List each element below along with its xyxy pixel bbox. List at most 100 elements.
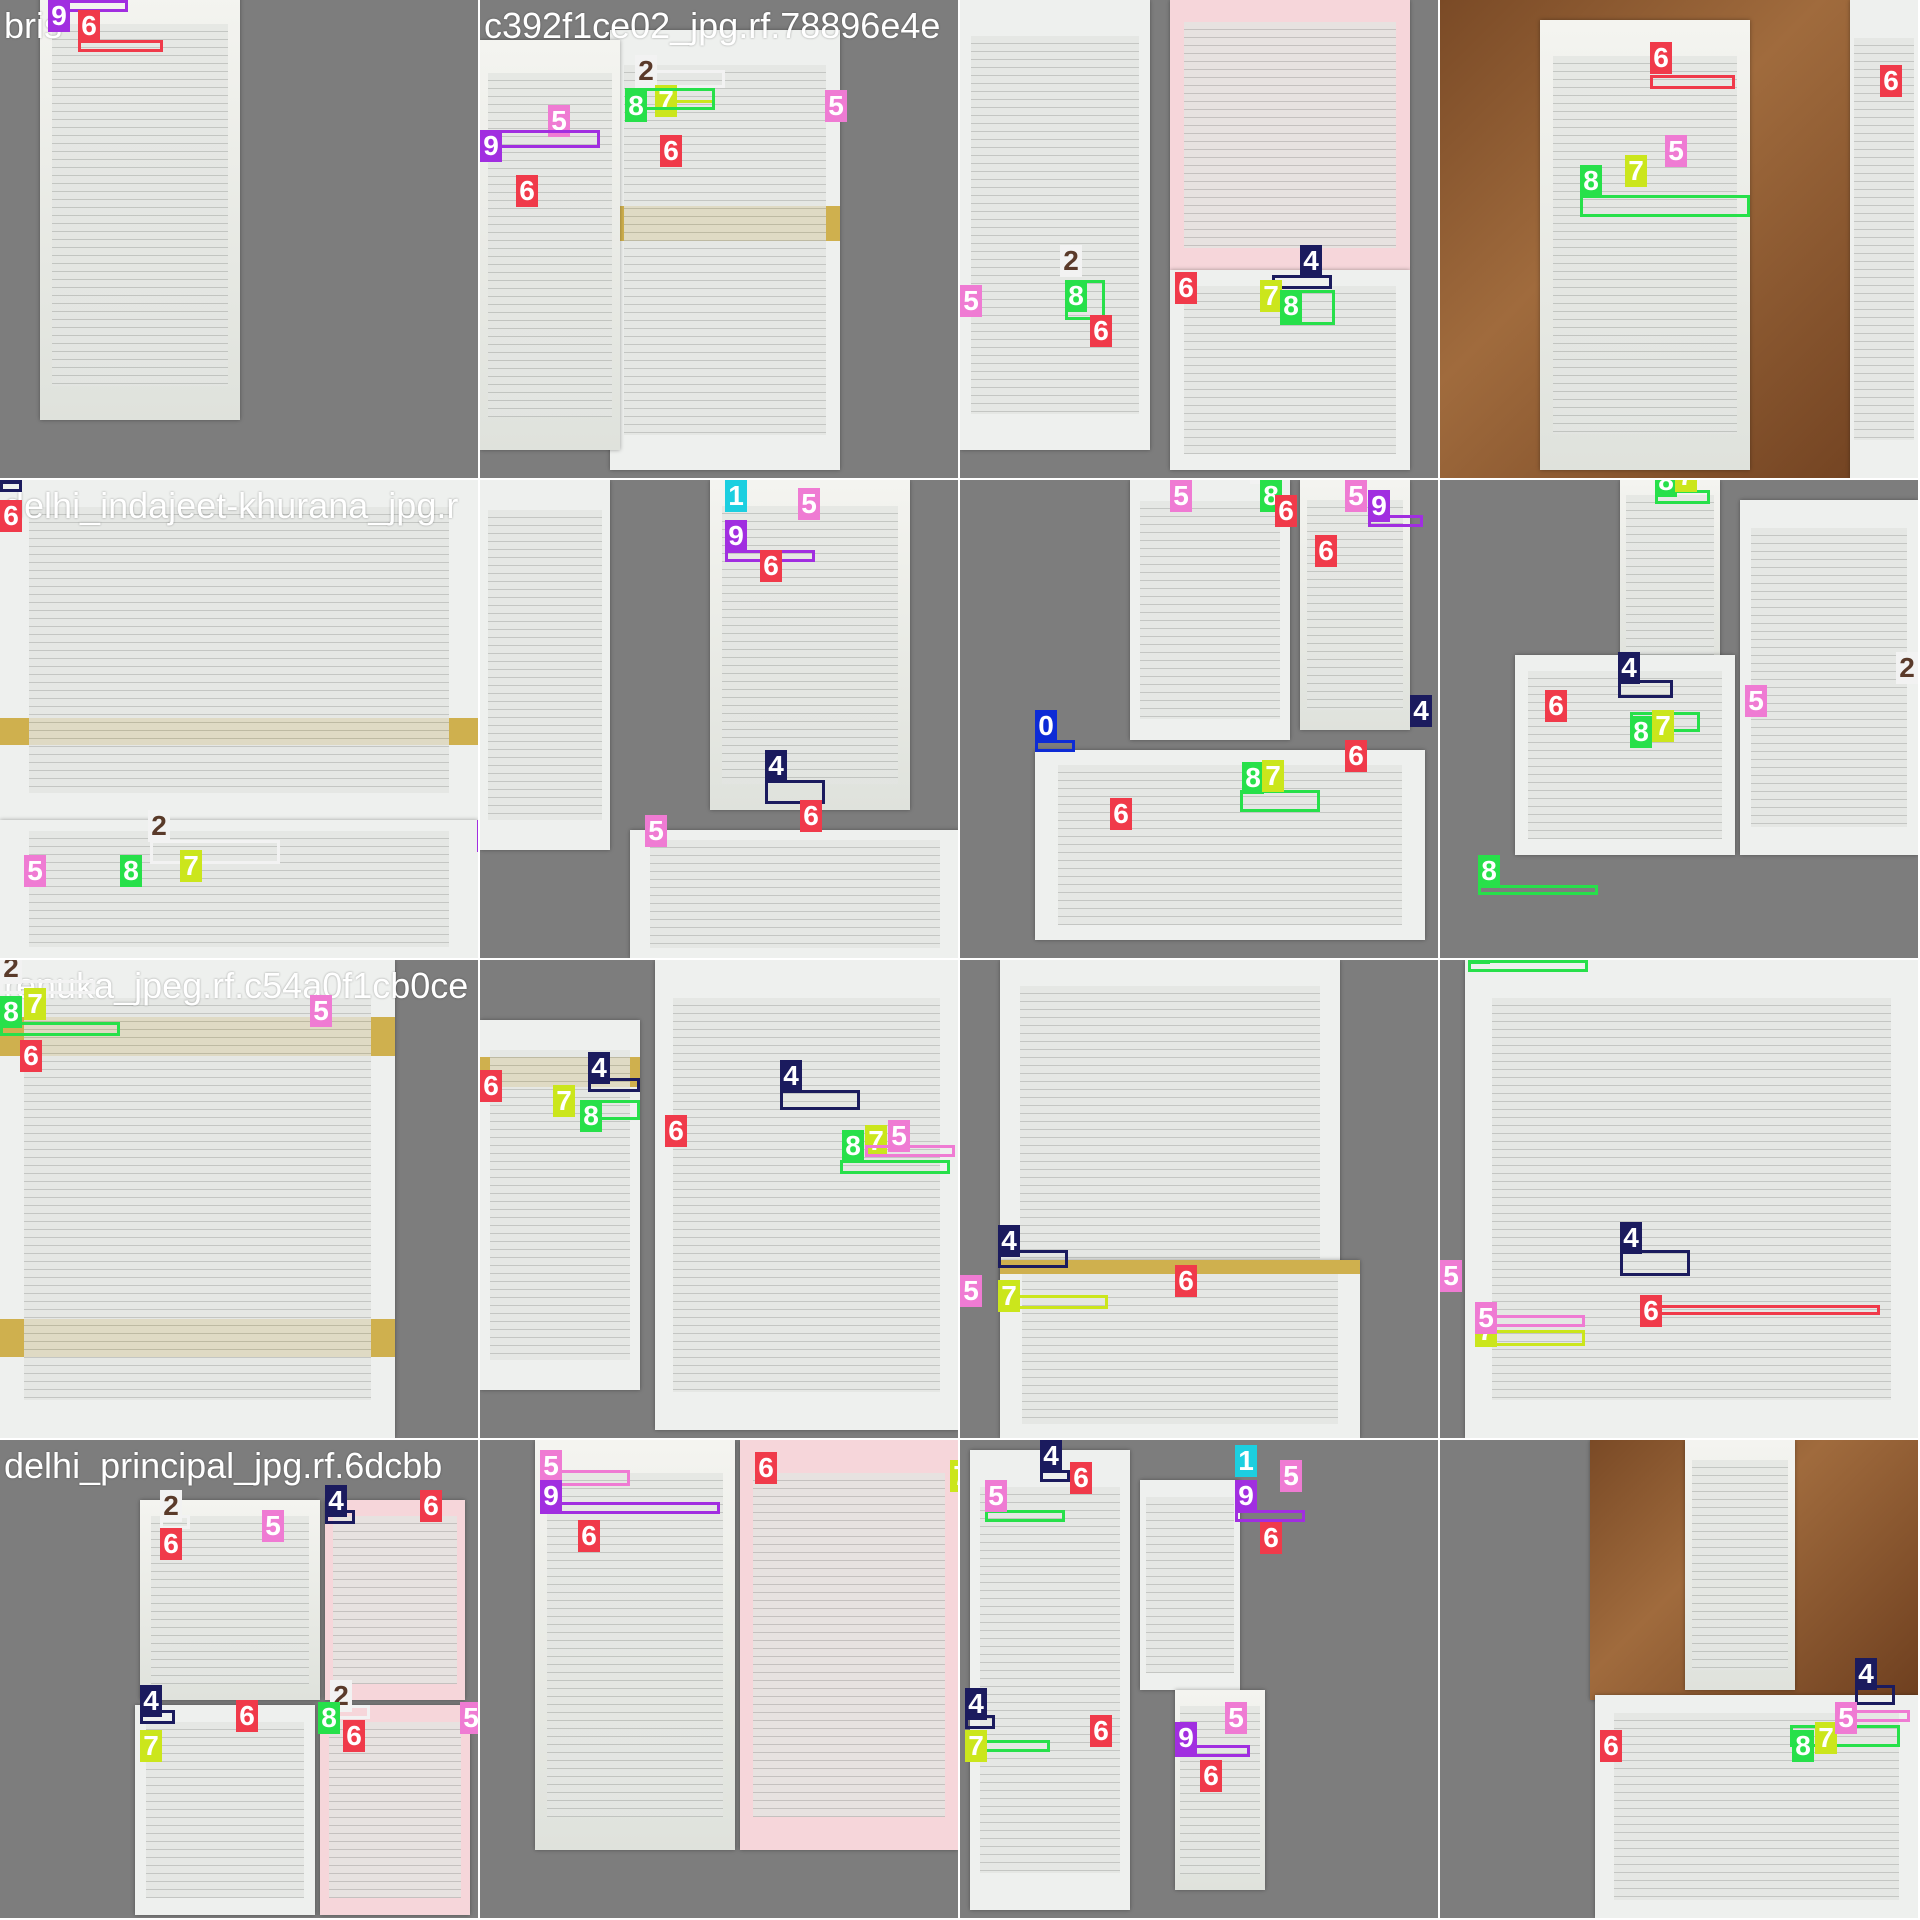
label-tag-6: 6 xyxy=(1275,495,1297,527)
label-tag-4: 4 xyxy=(965,1688,987,1720)
label-tag-7: 7 xyxy=(24,988,46,1020)
label-tag-6: 6 xyxy=(760,550,782,582)
tile-15: 4 6 8 7 5 xyxy=(1440,1440,1918,1918)
label-tag-9: 9 xyxy=(1368,490,1390,522)
label-tag-6: 6 xyxy=(1545,690,1567,722)
label-tag-4: 4 xyxy=(1040,1440,1062,1472)
label-tag-4: 4 xyxy=(1620,1222,1642,1254)
tile-0: bris 9 6 xyxy=(0,0,478,478)
label-tag-9: 9 xyxy=(48,0,70,32)
label-tag-7: 7 xyxy=(1262,760,1284,792)
label-tag-2: 2 xyxy=(1060,245,1082,277)
label-tag-6: 6 xyxy=(1880,65,1902,97)
label-tag-6: 6 xyxy=(1260,1522,1282,1554)
label-tag-5: 5 xyxy=(1225,1702,1247,1734)
tile-1: c392f1ce02_jpg.rf.78896e4e 2 7 8 5 5 9 6… xyxy=(480,0,958,478)
tile-8: renuka_jpeg.rf.c54a0f1cb0ce 2 8 7 5 6 xyxy=(0,960,478,1438)
bbox-9 xyxy=(540,1502,720,1514)
label-tag-5: 5 xyxy=(985,1480,1007,1512)
label-tag-4: 4 xyxy=(0,480,22,484)
label-tag-6: 6 xyxy=(1070,1462,1092,1494)
label-tag-4: 4 xyxy=(1855,1658,1877,1690)
label-tag-4: 4 xyxy=(1618,652,1640,684)
label-tag-8: 8 xyxy=(1280,290,1302,322)
label-tag-6: 6 xyxy=(1090,315,1112,347)
label-tag-5: 5 xyxy=(24,855,46,887)
tile-13: 5 9 6 6 7 xyxy=(480,1440,958,1918)
label-tag-6: 6 xyxy=(578,1520,600,1552)
label-tag-5: 5 xyxy=(1665,135,1687,167)
label-tag-6: 6 xyxy=(20,1040,42,1072)
label-tag-6: 6 xyxy=(420,1490,442,1522)
label-tag-6: 6 xyxy=(78,10,100,42)
label-tag-4: 4 xyxy=(325,1485,347,1517)
label-tag-5: 5 xyxy=(1475,1302,1497,1334)
label-tag-5: 5 xyxy=(1440,1260,1462,1292)
label-tag-6: 6 xyxy=(1090,1715,1112,1747)
label-tag-1: 1 xyxy=(1235,1445,1257,1477)
label-tag-9: 9 xyxy=(1235,1480,1257,1512)
label-tag-5: 5 xyxy=(540,1450,562,1482)
label-tag-6: 6 xyxy=(1175,1265,1197,1297)
label-tag-8: 8 xyxy=(318,1702,340,1734)
label-tag-8: 8 xyxy=(580,1100,602,1132)
label-tag-6: 6 xyxy=(1345,740,1367,772)
label-tag-8: 8 xyxy=(1792,1730,1814,1762)
label-tag-1: 1 xyxy=(725,480,747,512)
tile-9: 6 4 7 8 4 6 8 7 5 xyxy=(480,960,958,1438)
label-tag-5: 5 xyxy=(825,90,847,122)
bbox-6 xyxy=(1640,1305,1880,1315)
label-tag-8: 8 xyxy=(1655,480,1677,497)
tile-11: 8 4 5 6 7 5 xyxy=(1440,960,1918,1438)
label-tag-6: 6 xyxy=(516,175,538,207)
label-tag-6: 6 xyxy=(1650,42,1672,74)
label-tag-6: 6 xyxy=(343,1720,365,1752)
label-tag-4: 4 xyxy=(998,1225,1020,1257)
label-tag-5: 5 xyxy=(960,1275,982,1307)
label-tag-5: 5 xyxy=(1745,685,1767,717)
label-tag-5: 5 xyxy=(888,1120,910,1152)
label-tag-8: 8 xyxy=(1468,960,1490,964)
tile-14: 4 5 6 1 9 5 6 4 7 6 9 5 6 xyxy=(960,1440,1438,1918)
label-tag-6: 6 xyxy=(1315,535,1337,567)
bbox-2 xyxy=(150,840,280,864)
tile-2: 2 8 6 5 4 6 7 8 xyxy=(960,0,1438,478)
label-tag-6: 6 xyxy=(1200,1760,1222,1792)
bbox-4 xyxy=(780,1090,860,1110)
label-tag-6: 6 xyxy=(1640,1295,1662,1327)
label-tag-7: 7 xyxy=(1675,480,1697,492)
label-tag-8: 8 xyxy=(1630,716,1652,748)
label-tag-8: 8 xyxy=(1580,165,1602,197)
label-tag-6: 6 xyxy=(480,1070,502,1102)
label-tag-2: 2 xyxy=(148,810,170,842)
bbox-5 xyxy=(865,1145,955,1157)
label-tag-6: 6 xyxy=(0,500,22,532)
label-tag-9: 9 xyxy=(477,820,478,852)
label-tag-9: 9 xyxy=(540,1480,562,1512)
label-tag-7: 7 xyxy=(1260,280,1282,312)
label-tag-9: 9 xyxy=(480,130,502,162)
mosaic-grid: bris 9 6 c392f1ce02_jpg.rf.78896e4e 2 7 … xyxy=(0,0,1920,1920)
label-tag-4: 4 xyxy=(1300,245,1322,277)
label-tag-0: 0 xyxy=(1035,710,1057,742)
label-tag-7: 7 xyxy=(1815,1722,1837,1754)
label-tag-2: 2 xyxy=(635,55,657,87)
label-tag-9: 9 xyxy=(1175,1722,1197,1754)
label-tag-7: 7 xyxy=(180,850,202,882)
label-tag-5: 5 xyxy=(1345,480,1367,512)
tile-10: 4 6 5 7 xyxy=(960,960,1438,1438)
label-tag-7: 7 xyxy=(1625,155,1647,187)
label-tag-4: 4 xyxy=(765,750,787,782)
tile-title: delhi_principal_jpg.rf.6dcbb xyxy=(4,1445,443,1486)
label-tag-2: 2 xyxy=(0,960,22,984)
label-tag-6: 6 xyxy=(660,135,682,167)
label-tag-7: 7 xyxy=(998,1280,1020,1312)
label-tag-9: 9 xyxy=(725,520,747,552)
label-tag-4: 4 xyxy=(140,1685,162,1717)
label-tag-8: 8 xyxy=(625,90,647,122)
label-tag-6: 6 xyxy=(755,1452,777,1484)
label-tag-6: 6 xyxy=(1110,798,1132,830)
label-tag-8: 8 xyxy=(842,1130,864,1162)
bbox-8 xyxy=(1580,195,1750,217)
label-tag-4: 4 xyxy=(588,1052,610,1084)
